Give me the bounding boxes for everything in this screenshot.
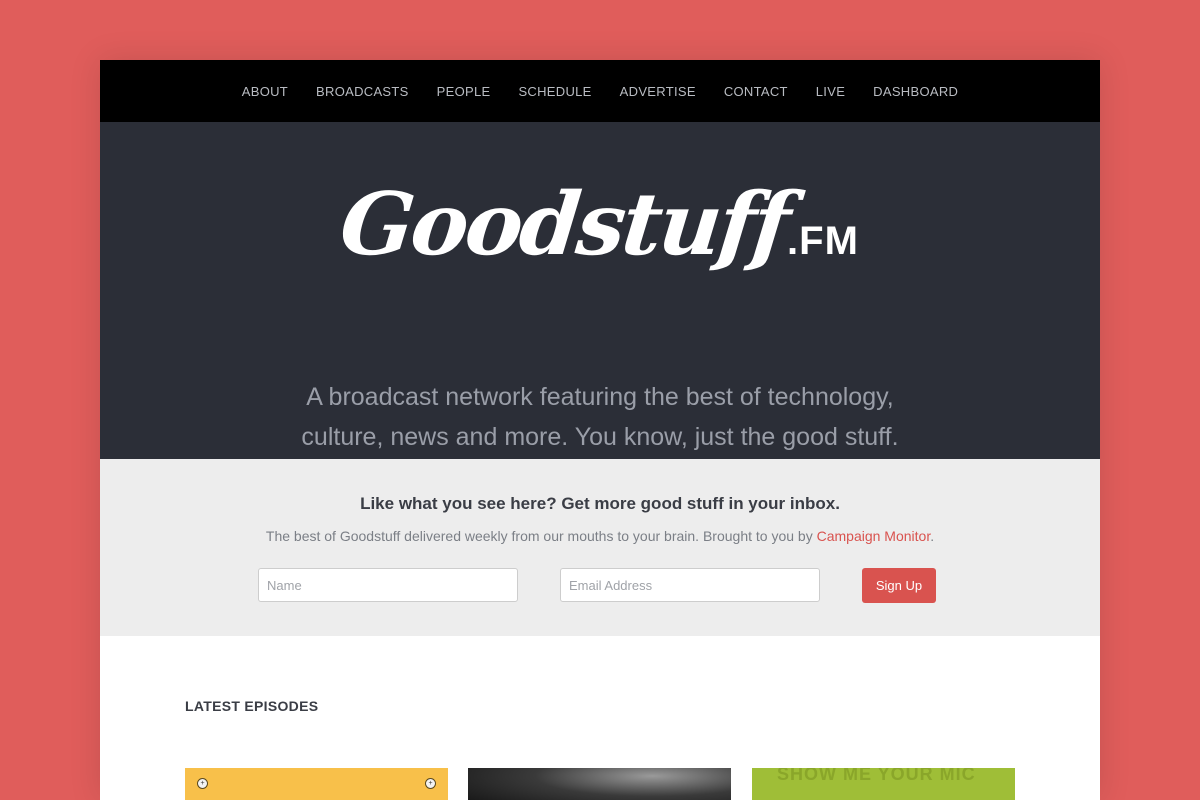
logo-suffix: .FM (787, 219, 859, 263)
hero-tagline: A broadcast network featuring the best o… (301, 383, 899, 451)
newsletter-description-text: The best of Goodstuff delivered weekly f… (265, 528, 817, 544)
screw-icon: + (197, 778, 208, 789)
top-nav: ABOUT BROADCASTS PEOPLE SCHEDULE ADVERTI… (100, 60, 1100, 122)
email-input[interactable] (560, 568, 820, 602)
logo-script: Goodstuff (335, 174, 793, 275)
campaign-monitor-link[interactable]: Campaign Monitor (817, 528, 931, 544)
latest-episodes-heading: LATEST EPISODES (185, 698, 319, 714)
newsletter-signup: Like what you see here? Get more good st… (100, 459, 1100, 636)
nav-broadcasts[interactable]: BROADCASTS (316, 84, 409, 99)
episode-card[interactable]: + + (185, 768, 448, 800)
hero: Goodstuff.FM A broadcast network featuri… (100, 122, 1100, 459)
nav-schedule[interactable]: SCHEDULE (518, 84, 591, 99)
sign-up-button[interactable]: Sign Up (862, 568, 936, 603)
site-frame: ABOUT BROADCASTS PEOPLE SCHEDULE ADVERTI… (100, 60, 1100, 800)
site-logo[interactable]: Goodstuff.FM (100, 174, 1100, 275)
episode-card[interactable] (468, 768, 731, 800)
nav-live[interactable]: LIVE (816, 84, 845, 99)
nav-about[interactable]: ABOUT (242, 84, 288, 99)
nav-people[interactable]: PEOPLE (437, 84, 491, 99)
screw-icon: + (425, 778, 436, 789)
latest-episodes: LATEST EPISODES + + SHOW ME YOUR MIC (100, 636, 1100, 800)
nav-dashboard[interactable]: DASHBOARD (873, 84, 958, 99)
episode-card[interactable]: SHOW ME YOUR MIC (752, 768, 1015, 800)
newsletter-title: Like what you see here? Get more good st… (360, 494, 840, 513)
nav-contact[interactable]: CONTACT (724, 84, 788, 99)
episode-artwork-text: SHOW ME YOUR MIC (777, 768, 976, 784)
newsletter-description: The best of Goodstuff delivered weekly f… (100, 528, 1100, 544)
name-input[interactable] (258, 568, 518, 602)
newsletter-description-end: . (930, 528, 935, 544)
nav-advertise[interactable]: ADVERTISE (620, 84, 696, 99)
